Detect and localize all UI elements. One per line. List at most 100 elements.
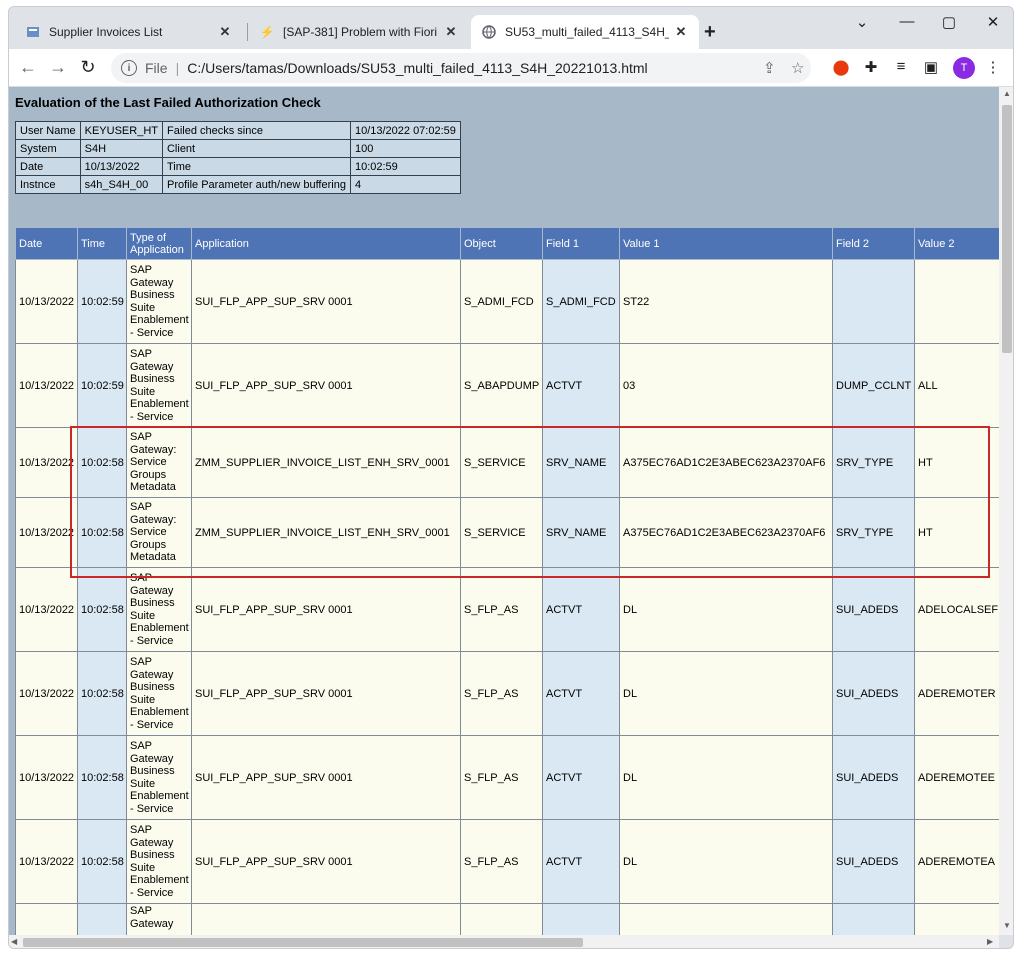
cell-time: 10:02:58 — [77, 819, 127, 904]
cell-field1: ACTVT — [542, 651, 620, 736]
bookmark-star-icon[interactable]: ☆ — [791, 59, 804, 77]
cell-value1: ST22 — [619, 259, 833, 344]
table-row: 10/13/2022 10:02:58 SAP Gateway: Service G… — [15, 497, 999, 568]
cell-value1: A375EC76AD1C2E3ABEC623A2370AF6 — [619, 497, 833, 568]
close-tab-icon[interactable]: ✕ — [443, 24, 459, 40]
page-title: Evaluation of the Last Failed Authorizat… — [15, 95, 321, 110]
cell-value1: DL — [619, 651, 833, 736]
cell-field1: ACTVT — [542, 735, 620, 820]
cell-date: 10/13/2022 — [15, 819, 78, 904]
cell-value2: ADEREMOTER — [914, 651, 999, 736]
table-row: 10/13/2022 10:02:59 SAP Gateway Business S… — [15, 343, 999, 428]
table-row: 10/13/2022 10:02:58 SAP Gateway Business S… — [15, 651, 999, 736]
maximize-button[interactable]: ▢ — [939, 13, 959, 31]
cell-field1: SRV_NAME — [542, 497, 620, 568]
cell-type: SAP Gateway Business Suite Enablement - … — [126, 651, 192, 736]
cell-date — [15, 903, 78, 935]
scroll-down-icon[interactable]: ▼ — [1003, 921, 1011, 930]
back-arrow-icon[interactable]: ← — [17, 57, 39, 78]
reload-icon[interactable]: ↻ — [77, 57, 99, 78]
cell-date: 10/13/2022 — [15, 427, 78, 498]
summary-value: 4 — [349, 175, 461, 194]
close-tab-icon[interactable]: ✕ — [217, 24, 233, 40]
cell-date: 10/13/2022 — [15, 259, 78, 344]
cell-time: 10:02:58 — [77, 497, 127, 568]
minimize-button[interactable]: — — [897, 13, 917, 30]
cell-field2 — [832, 903, 915, 935]
cell-object — [460, 903, 543, 935]
column-header: Application — [191, 227, 461, 260]
share-icon[interactable]: ⇪ — [763, 59, 776, 77]
summary-value: s4h_S4H_00 — [79, 175, 163, 194]
table-row: 10/13/2022 10:02:58 SAP Gateway Business S… — [15, 567, 999, 652]
column-header: Value 2 — [914, 227, 999, 260]
address-url[interactable]: C:/Users/tamas/Downloads/SU53_multi_fail… — [187, 60, 647, 76]
summary-key: Client — [161, 139, 351, 158]
tab-separator — [247, 23, 248, 41]
summary-key: Date — [15, 157, 81, 176]
table-row: 10/13/2022 10:02:58 SAP Gateway Business S… — [15, 735, 999, 820]
cell-app — [191, 903, 461, 935]
close-window-button[interactable]: ✕ — [983, 13, 1003, 31]
cell-value1 — [619, 903, 833, 935]
profile-avatar[interactable]: T — [953, 57, 975, 79]
cell-type: SAP Gateway Business Suite Enablement - … — [126, 735, 192, 820]
cell-field2: SRV_TYPE — [832, 427, 915, 498]
column-header: Field 2 — [832, 227, 915, 260]
info-icon[interactable]: i — [121, 60, 137, 76]
cell-type: SAP Gateway: Service Groups Metadata — [126, 427, 192, 498]
table-row: 10/13/2022 10:02:59 SAP Gateway Business S… — [15, 259, 999, 344]
new-tab-button[interactable]: + — [704, 21, 716, 44]
cell-field2: SUI_ADEDS — [832, 735, 915, 820]
browser-toolbar: ← → ↻ i File | C:/Users/tamas/Downloads/… — [9, 49, 1013, 87]
cell-field2: DUMP_CCLNT — [832, 343, 915, 428]
cell-value2: ADEREMOTEE — [914, 735, 999, 820]
cell-app: SUI_FLP_APP_SUP_SRV 0001 — [191, 819, 461, 904]
extensions-puzzle-icon[interactable]: ✚ — [861, 58, 881, 76]
forward-arrow-icon[interactable]: → — [47, 57, 69, 78]
summary-row: Instnce s4h_S4H_00 Profile Parameter auth/… — [15, 175, 461, 194]
close-tab-icon[interactable]: ✕ — [673, 24, 689, 40]
cell-object: S_ABAPDUMP — [460, 343, 543, 428]
cell-field1: ACTVT — [542, 819, 620, 904]
summary-key: Failed checks since — [161, 121, 351, 140]
cell-app: SUI_FLP_APP_SUP_SRV 0001 — [191, 259, 461, 344]
cell-object: S_SERVICE — [460, 497, 543, 568]
opera-extension-icon[interactable]: ⬤ — [831, 58, 851, 76]
vertical-scrollbar[interactable]: ▲ ▼ — [999, 87, 1013, 935]
summary-row: System S4H Client 100 — [15, 139, 461, 158]
summary-value: 10:02:59 — [349, 157, 461, 176]
tab-title: SU53_multi_failed_4113_S4H_2022 — [505, 25, 669, 39]
scroll-up-icon[interactable]: ▲ — [1003, 89, 1011, 98]
scroll-left-icon[interactable]: ◀ — [11, 937, 17, 946]
cell-app: SUI_FLP_APP_SUP_SRV 0001 — [191, 343, 461, 428]
tab-su53-active[interactable]: SU53_multi_failed_4113_S4H_2022 ✕ — [471, 15, 699, 49]
cell-app: SUI_FLP_APP_SUP_SRV 0001 — [191, 567, 461, 652]
cell-value2: HT — [914, 497, 999, 568]
tab-supplier-invoices[interactable]: Supplier Invoices List ✕ — [15, 15, 243, 49]
table-header-row: Date Time Type of Application Application Ob… — [15, 227, 999, 260]
tab-search-icon[interactable]: ⌄ — [852, 13, 872, 31]
cell-value2 — [914, 903, 999, 935]
tab-sap-381[interactable]: ⚡ [SAP-381] Problem with Fiori App ✕ — [249, 15, 469, 49]
cell-time: 10:02:59 — [77, 343, 127, 428]
browser-window: Supplier Invoices List ✕ ⚡ [SAP-381] Pro… — [8, 6, 1014, 949]
scroll-right-icon[interactable]: ▶ — [987, 937, 993, 946]
cell-value2: HT — [914, 427, 999, 498]
vertical-scroll-thumb[interactable] — [1002, 105, 1012, 353]
side-panel-icon[interactable]: ▣ — [921, 58, 941, 76]
cell-object: S_SERVICE — [460, 427, 543, 498]
tab-title: Supplier Invoices List — [49, 25, 163, 39]
cell-value1: 03 — [619, 343, 833, 428]
cell-field1: ACTVT — [542, 343, 620, 428]
cell-field2 — [832, 259, 915, 344]
reading-list-icon[interactable]: ≡ — [891, 58, 911, 75]
horizontal-scrollbar[interactable]: ◀ ▶ — [9, 935, 999, 948]
menu-kebab-icon[interactable]: ⋮ — [983, 58, 1003, 76]
cell-date: 10/13/2022 — [15, 567, 78, 652]
address-bar[interactable]: i File | C:/Users/tamas/Downloads/SU53_m… — [111, 53, 811, 83]
column-header: Field 1 — [542, 227, 620, 260]
tab-strip: Supplier Invoices List ✕ ⚡ [SAP-381] Pro… — [9, 7, 1013, 49]
cell-object: S_FLP_AS — [460, 651, 543, 736]
horizontal-scroll-thumb[interactable] — [23, 938, 583, 947]
